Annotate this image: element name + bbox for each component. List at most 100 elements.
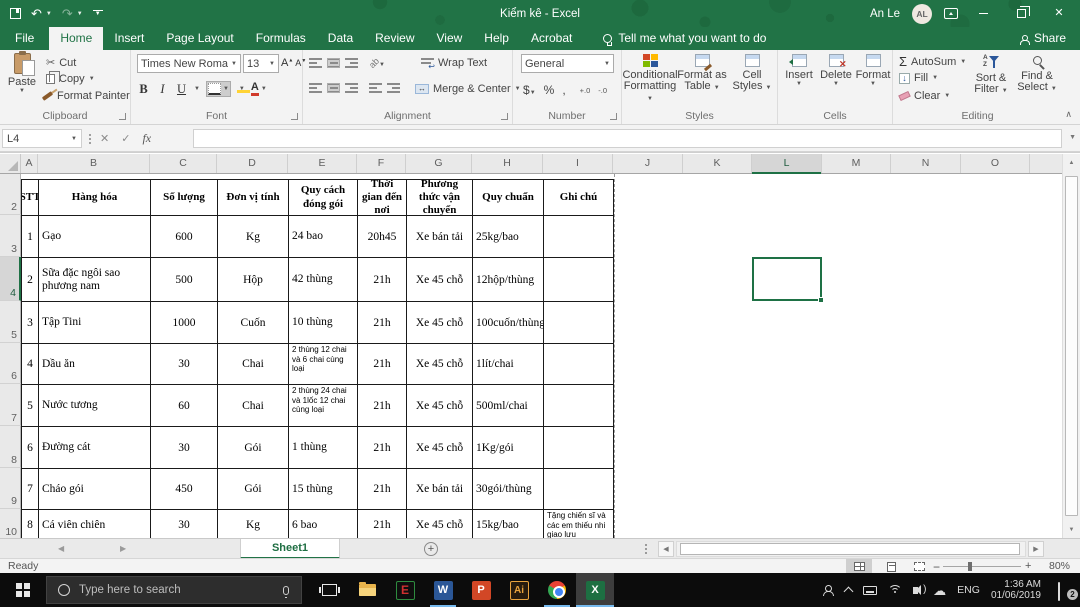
sheet-tab-sheet1[interactable]: Sheet1 <box>240 539 340 559</box>
merge-center-button[interactable]: ↔ Merge & Center ▼ <box>415 83 521 95</box>
cell-D2[interactable]: Đơn vị tính <box>218 180 289 216</box>
comma-button[interactable]: , <box>562 83 565 97</box>
cell-F2[interactable]: Thời gian đến nơi <box>358 180 407 216</box>
column-header-H[interactable]: H <box>472 154 543 173</box>
increase-decimal-icon[interactable]: +.0 <box>580 86 591 95</box>
cell-B5[interactable]: Tập Tini <box>39 302 151 344</box>
onedrive-icon[interactable]: ☁ <box>933 584 946 597</box>
orientation-button[interactable]: ab▼ <box>367 56 385 70</box>
cell-G5[interactable]: Xe 45 chỗ <box>407 302 473 344</box>
insert-cells-button[interactable]: Insert ▼ <box>782 54 816 87</box>
column-header-L[interactable]: L <box>752 154 822 174</box>
customize-qat-icon[interactable]: ▼ <box>92 10 103 17</box>
page-layout-view-button[interactable] <box>878 559 904 574</box>
tab-page-layout[interactable]: Page Layout <box>155 27 244 50</box>
row-header-5[interactable]: 5 <box>0 301 21 343</box>
row-header-6[interactable]: 6 <box>0 343 21 384</box>
column-header-B[interactable]: B <box>38 154 150 173</box>
insert-function-icon[interactable]: fx <box>142 131 151 146</box>
cell-E7[interactable]: 2 thùng 24 chai và 1lốc 12 chai cùng loạ… <box>289 385 358 427</box>
undo-icon[interactable]: ↶ <box>31 7 42 20</box>
cell-I6[interactable] <box>544 344 614 385</box>
cell-F5[interactable]: 21h <box>358 302 407 344</box>
copy-dropdown-icon[interactable]: ▼ <box>89 76 95 82</box>
cell-F6[interactable]: 21h <box>358 344 407 385</box>
undo-dropdown-icon[interactable]: ▼ <box>46 11 52 17</box>
task-view-button[interactable] <box>310 573 348 607</box>
cell-H3[interactable]: 25kg/bao <box>473 216 544 258</box>
minimize-button[interactable] <box>970 0 996 27</box>
bottom-align-icon[interactable] <box>345 58 358 68</box>
row-header-2[interactable]: 2 <box>0 179 21 215</box>
new-sheet-button[interactable]: + <box>424 542 438 556</box>
zoom-in-button[interactable]: + <box>1025 560 1031 572</box>
fill-handle[interactable] <box>818 297 824 303</box>
name-box[interactable]: L4 ▼ <box>2 129 82 148</box>
cell-C9[interactable]: 450 <box>151 469 218 510</box>
tab-file[interactable]: File <box>0 27 49 50</box>
name-box-dropdown-icon[interactable]: ▼ <box>71 136 77 142</box>
cell-E5[interactable]: 10 thùng <box>289 302 358 344</box>
cut-button[interactable]: ✂ Cut <box>46 57 76 69</box>
language-indicator[interactable]: ENG <box>957 584 980 596</box>
decrease-decimal-icon[interactable]: -.0 <box>598 86 607 95</box>
tab-insert[interactable]: Insert <box>103 27 155 50</box>
percent-button[interactable]: % <box>544 83 555 97</box>
borders-button[interactable]: ▼ <box>205 81 231 97</box>
formula-input[interactable] <box>193 129 1062 148</box>
vertical-scroll-thumb[interactable] <box>1065 176 1078 516</box>
volume-icon[interactable] <box>913 584 927 595</box>
cell-H8[interactable]: 1Kg/gói <box>473 427 544 469</box>
row-header-4[interactable]: 4 <box>0 257 21 301</box>
cell-C6[interactable]: 30 <box>151 344 218 385</box>
row-header-9[interactable]: 9 <box>0 468 21 509</box>
cell-D6[interactable]: Chai <box>218 344 289 385</box>
tab-home[interactable]: Home <box>49 27 104 50</box>
tab-data[interactable]: Data <box>317 27 364 50</box>
scroll-down-icon[interactable]: ▼ <box>1063 521 1080 538</box>
font-dialog-launcher-icon[interactable] <box>291 113 298 120</box>
cell-C8[interactable]: 30 <box>151 427 218 469</box>
decrease-indent-icon[interactable] <box>369 83 382 93</box>
find-select-button[interactable]: Find & Select ▼ <box>1015 56 1059 93</box>
cell-I4[interactable] <box>544 258 614 302</box>
column-header-G[interactable]: G <box>406 154 472 173</box>
column-header-A[interactable]: A <box>21 154 38 173</box>
zoom-slider-thumb[interactable] <box>968 562 972 571</box>
cell-C4[interactable]: 500 <box>151 258 218 302</box>
cell-A3[interactable]: 1 <box>22 216 39 258</box>
row-header-3[interactable]: 3 <box>0 215 21 257</box>
cell-A7[interactable]: 5 <box>22 385 39 427</box>
cell-D8[interactable]: Gói <box>218 427 289 469</box>
row-header-7[interactable]: 7 <box>0 384 21 426</box>
align-left-icon[interactable] <box>309 83 322 93</box>
scroll-up-icon[interactable]: ▲ <box>1063 154 1080 171</box>
cell-G2[interactable]: Phương thức vận chuyển <box>407 180 473 216</box>
column-header-O[interactable]: O <box>961 154 1030 173</box>
user-name[interactable]: An Le <box>870 8 900 20</box>
formula-bar-grip[interactable] <box>89 134 91 136</box>
select-all-button[interactable] <box>0 154 21 173</box>
increase-indent-icon[interactable] <box>387 83 400 93</box>
cell-E6[interactable]: 2 thùng 12 chai và 6 chai cùng loại <box>289 344 358 385</box>
cell-E8[interactable]: 1 thùng <box>289 427 358 469</box>
cell-G10[interactable]: Xe 45 chỗ <box>407 510 473 538</box>
column-header-C[interactable]: C <box>150 154 217 173</box>
paste-button[interactable]: Paste ▼ <box>4 51 40 94</box>
cell-D4[interactable]: Hộp <box>218 258 289 302</box>
cell-B9[interactable]: Cháo gói <box>39 469 151 510</box>
middle-align-icon[interactable] <box>327 58 340 68</box>
cell-H10[interactable]: 15kg/bao <box>473 510 544 538</box>
normal-view-button[interactable] <box>846 559 872 574</box>
cell-A8[interactable]: 6 <box>22 427 39 469</box>
cell-E2[interactable]: Quy cách đóng gói <box>289 180 358 216</box>
cell-A5[interactable]: 3 <box>22 302 39 344</box>
enter-icon[interactable]: ✓ <box>121 132 130 145</box>
cell-F9[interactable]: 21h <box>358 469 407 510</box>
cell-B8[interactable]: Đường cát <box>39 427 151 469</box>
grid-body[interactable]: 2345678910 STTHàng hóaSố lượngĐơn vị tín… <box>0 174 1062 538</box>
illustrator-button[interactable]: Ai <box>500 573 538 607</box>
cell-F4[interactable]: 21h <box>358 258 407 302</box>
cell-H2[interactable]: Quy chuẩn <box>473 180 544 216</box>
cell-I10[interactable]: Tặng chiến sĩ và các em thiếu nhi giao l… <box>544 510 614 538</box>
